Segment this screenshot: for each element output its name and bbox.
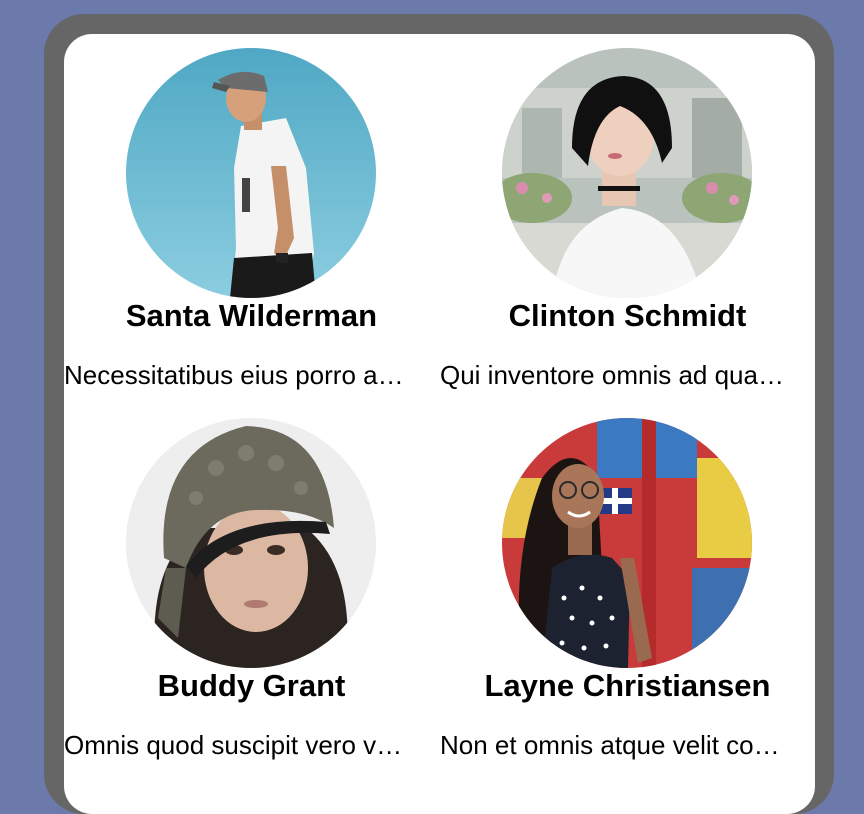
avatar[interactable] xyxy=(126,48,376,298)
contact-name: Clinton Schmidt xyxy=(508,298,747,333)
contact-bio: Omnis quod suscipit vero v… xyxy=(64,730,403,760)
contact-card[interactable]: Layne Christiansen Non et omnis atque ve… xyxy=(440,404,815,774)
contact-grid: Santa Wilderman Necessitatibus eius porr… xyxy=(64,34,815,774)
avatar-photo-woman-knit-hat xyxy=(126,418,376,668)
contact-card[interactable]: Santa Wilderman Necessitatibus eius porr… xyxy=(64,34,439,404)
avatar-photo-woman-short-hair xyxy=(502,48,752,298)
contact-name: Layne Christiansen xyxy=(484,668,771,703)
avatar[interactable] xyxy=(502,418,752,668)
avatar[interactable] xyxy=(502,48,752,298)
avatar[interactable] xyxy=(126,418,376,668)
contacts-screen: Santa Wilderman Necessitatibus eius porr… xyxy=(64,34,815,814)
contact-bio: Qui inventore omnis ad qua… xyxy=(440,360,784,390)
avatar-photo-man xyxy=(126,48,376,298)
contact-name: Santa Wilderman xyxy=(125,298,378,333)
contact-bio: Necessitatibus eius porro a… xyxy=(64,360,404,390)
contact-card[interactable]: Clinton Schmidt Qui inventore omnis ad q… xyxy=(440,34,815,404)
contact-bio: Non et omnis atque velit co… xyxy=(440,730,780,760)
avatar-photo-woman-polka-dot-dress xyxy=(502,418,752,668)
contact-card[interactable]: Buddy Grant Omnis quod suscipit vero v… xyxy=(64,404,439,774)
contact-name: Buddy Grant xyxy=(157,668,346,703)
